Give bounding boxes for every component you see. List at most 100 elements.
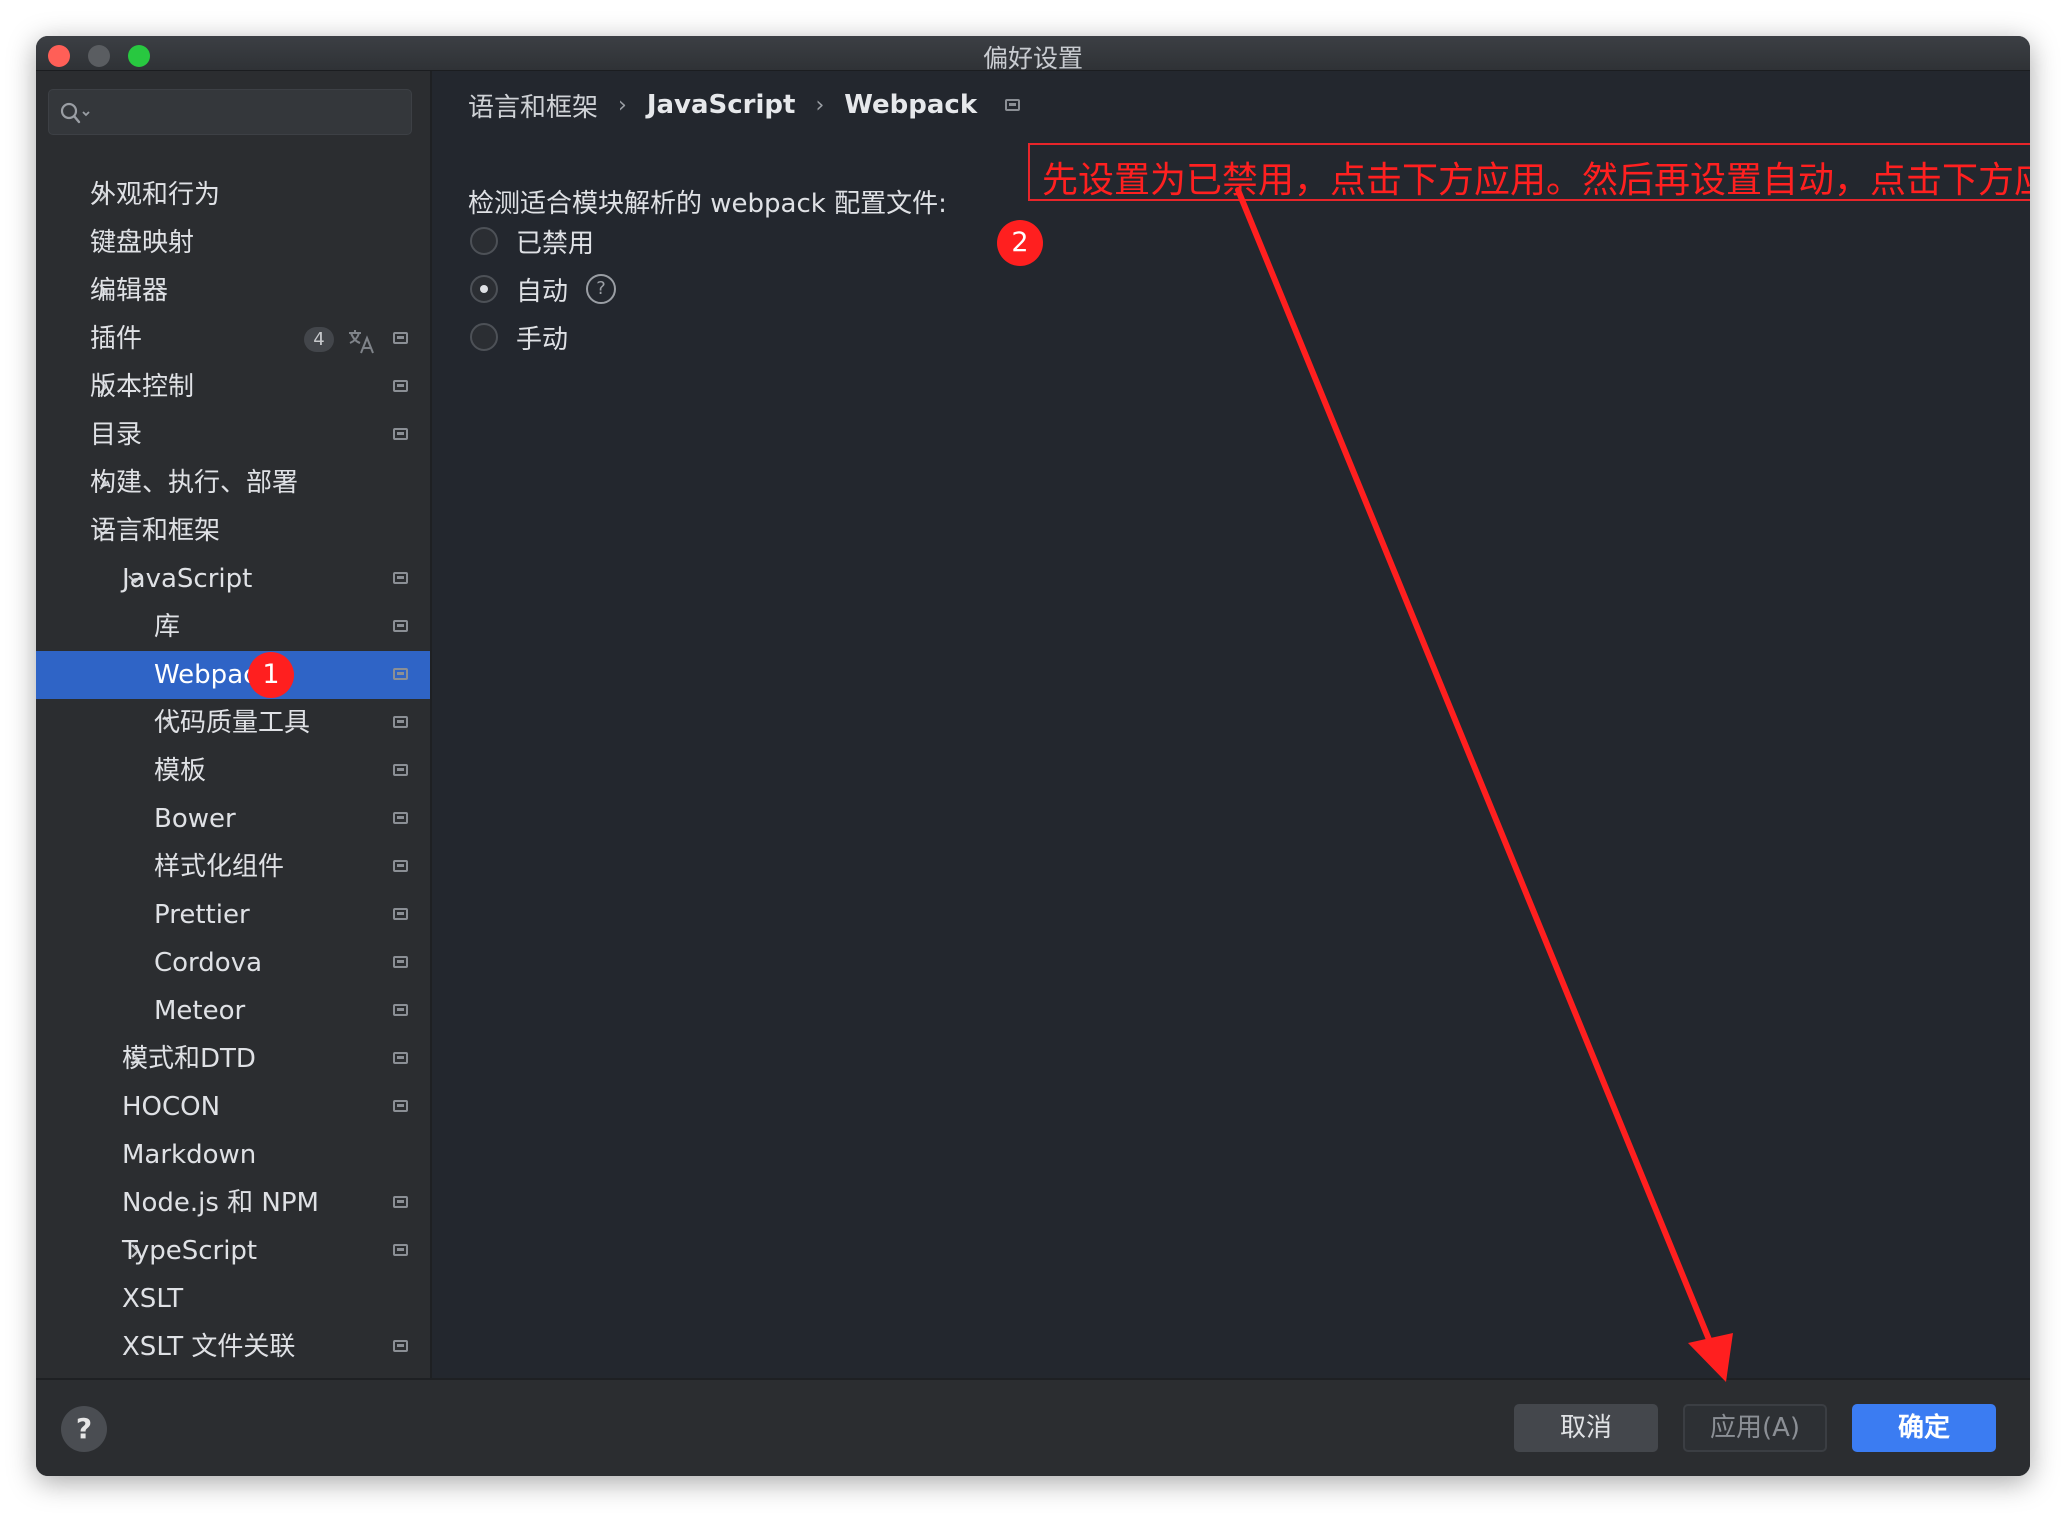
sidebar-item[interactable]: XSLT — [36, 1275, 430, 1323]
sidebar-item-label: 键盘映射 — [90, 228, 195, 258]
project-scope-icon — [393, 1100, 408, 1112]
annotation-text: 先设置为已禁用，点击下方应用。然后再设置自动，点击下方应用 — [1042, 160, 2030, 201]
project-scope-icon — [393, 380, 408, 392]
sidebar-item[interactable]: Prettier — [36, 891, 430, 939]
project-scope-icon — [393, 428, 408, 440]
radio-disabled[interactable] — [470, 227, 498, 255]
sidebar-item[interactable]: Node.js 和 NPM — [36, 1179, 430, 1227]
sidebar-item[interactable]: 库 — [36, 603, 430, 651]
project-scope-icon — [393, 764, 408, 776]
project-scope-icon — [393, 1196, 408, 1208]
dialog-footer: ? 取消 应用(A) 确定 — [36, 1378, 2030, 1476]
sidebar-item[interactable]: 模式和DTD — [36, 1035, 430, 1083]
sidebar-item[interactable]: Meteor — [36, 987, 430, 1035]
sidebar-item-label: Cordova — [154, 948, 263, 978]
radio-manual[interactable] — [470, 323, 498, 351]
sidebar-item-label: TypeScript — [122, 1236, 258, 1266]
sidebar-item-label: Node.js 和 NPM — [122, 1188, 319, 1218]
sidebar-item[interactable]: HOCON — [36, 1083, 430, 1131]
sidebar-item-label: JavaScript — [122, 564, 253, 594]
chevron-right-icon: › — [618, 92, 627, 118]
window-title: 偏好设置 — [982, 44, 1083, 73]
sidebar-item-label: Prettier — [154, 900, 250, 930]
breadcrumb-middle[interactable]: JavaScript — [647, 90, 796, 120]
settings-tree: 外观和行为键盘映射编辑器插件 4 版本控制目录构建、执行、部署 语言和框架 JavaSc… — [36, 171, 430, 1413]
project-scope-icon — [393, 1004, 408, 1016]
settings-search-box[interactable] — [48, 89, 412, 135]
settings-sidebar: 外观和行为键盘映射编辑器插件 4 版本控制目录构建、执行、部署 语言和框架 JavaSc… — [36, 71, 432, 1413]
sidebar-item[interactable]: 插件 4 — [36, 315, 430, 363]
sidebar-item-label: 语言和框架 — [90, 516, 221, 546]
radio-disabled-row[interactable]: 已禁用 — [470, 221, 594, 261]
sidebar-item[interactable]: 键盘映射 — [36, 219, 430, 267]
help-icon[interactable]: ? — [586, 274, 617, 304]
project-scope-icon — [393, 860, 408, 872]
sidebar-item-label: 编辑器 — [90, 276, 169, 306]
sidebar-item-label: 版本控制 — [90, 372, 195, 402]
project-scope-icon — [393, 668, 408, 680]
sidebar-item-label: 构建、执行、部署 — [90, 468, 299, 498]
sidebar-item[interactable]: 代码质量工具 — [36, 699, 430, 747]
sidebar-item[interactable]: Bower — [36, 795, 430, 843]
sidebar-item[interactable]: 外观和行为 — [36, 171, 430, 219]
breadcrumb-root[interactable]: 语言和框架 — [468, 87, 598, 124]
sidebar-item-label: 模式和DTD — [122, 1044, 256, 1074]
sidebar-item[interactable]: 模板 — [36, 747, 430, 795]
sidebar-item-label: Meteor — [154, 996, 246, 1026]
project-scope-icon — [393, 620, 408, 632]
sidebar-item-label: 模板 — [154, 756, 207, 786]
project-scope-icon — [1005, 99, 1021, 111]
radio-manual-row[interactable]: 手动 — [470, 317, 568, 357]
sidebar-item[interactable]: XSLT 文件关联 — [36, 1323, 430, 1371]
plugin-count-badge: 4 — [304, 327, 334, 352]
sidebar-item-label: 目录 — [90, 420, 143, 450]
breadcrumb-current: Webpack — [844, 90, 978, 120]
sidebar-item-label: XSLT — [122, 1284, 184, 1314]
project-scope-icon — [393, 812, 408, 824]
webpack-config-label: 检测适合模块解析的 webpack 配置文件: — [468, 189, 947, 219]
sidebar-item[interactable]: 目录 — [36, 411, 430, 459]
chevron-right-icon: › — [815, 92, 825, 118]
sidebar-item[interactable]: Cordova — [36, 939, 430, 987]
apply-button[interactable]: 应用(A) — [1683, 1404, 1827, 1452]
radio-automatic[interactable] — [470, 275, 498, 303]
sidebar-item[interactable]: Webpack 1 — [36, 651, 430, 699]
help-button[interactable]: ? — [61, 1406, 107, 1452]
ok-button[interactable]: 确定 — [1852, 1404, 1996, 1452]
project-scope-icon — [393, 1340, 408, 1352]
breadcrumb: 语言和框架 › JavaScript › Webpack — [468, 85, 1021, 125]
sidebar-item[interactable]: Markdown — [36, 1131, 430, 1179]
sidebar-item-label: 外观和行为 — [90, 180, 221, 210]
preferences-window: 偏好设置 外观和行为 键盘映射 编辑器 插件 4 版本控制 目录 构建、执行、部署 语言和框架 J… — [36, 36, 2030, 1476]
sidebar-item-label: HOCON — [122, 1092, 221, 1122]
project-scope-icon — [393, 332, 408, 344]
project-scope-icon — [393, 956, 408, 968]
translate-icon — [346, 324, 376, 354]
title-bar: 偏好设置 — [36, 36, 2030, 73]
sidebar-item-label: Bower — [154, 804, 236, 834]
sidebar-item[interactable]: 版本控制 — [36, 363, 430, 411]
radio-automatic-row[interactable]: 自动 ? — [470, 269, 617, 309]
radio-automatic-label[interactable]: 自动 — [516, 271, 568, 308]
radio-disabled-label[interactable]: 已禁用 — [516, 223, 594, 260]
step-2-badge: 2 — [997, 220, 1043, 266]
project-scope-icon — [393, 1052, 408, 1064]
settings-content: 语言和框架 › JavaScript › Webpack 检测适合模块解析的 w… — [432, 71, 2030, 1413]
search-icon — [60, 102, 90, 124]
project-scope-icon — [393, 572, 408, 584]
settings-search-input[interactable] — [97, 96, 401, 130]
radio-manual-label[interactable]: 手动 — [516, 319, 568, 356]
sidebar-item[interactable]: JavaScript — [36, 555, 430, 603]
sidebar-item[interactable]: 编辑器 — [36, 267, 430, 315]
project-scope-icon — [393, 908, 408, 920]
sidebar-item-label: 库 — [154, 612, 181, 642]
sidebar-item[interactable]: 构建、执行、部署 — [36, 459, 430, 507]
annotation-box: 先设置为已禁用，点击下方应用。然后再设置自动，点击下方应用 — [1028, 143, 2030, 201]
sidebar-item[interactable]: 样式化组件 — [36, 843, 430, 891]
sidebar-item[interactable]: TypeScript — [36, 1227, 430, 1275]
sidebar-item-label: Markdown — [122, 1140, 257, 1170]
sidebar-item-label: 样式化组件 — [154, 852, 285, 882]
cancel-button[interactable]: 取消 — [1514, 1404, 1658, 1452]
sidebar-item[interactable]: 语言和框架 — [36, 507, 430, 555]
sidebar-item-label: XSLT 文件关联 — [122, 1332, 296, 1362]
